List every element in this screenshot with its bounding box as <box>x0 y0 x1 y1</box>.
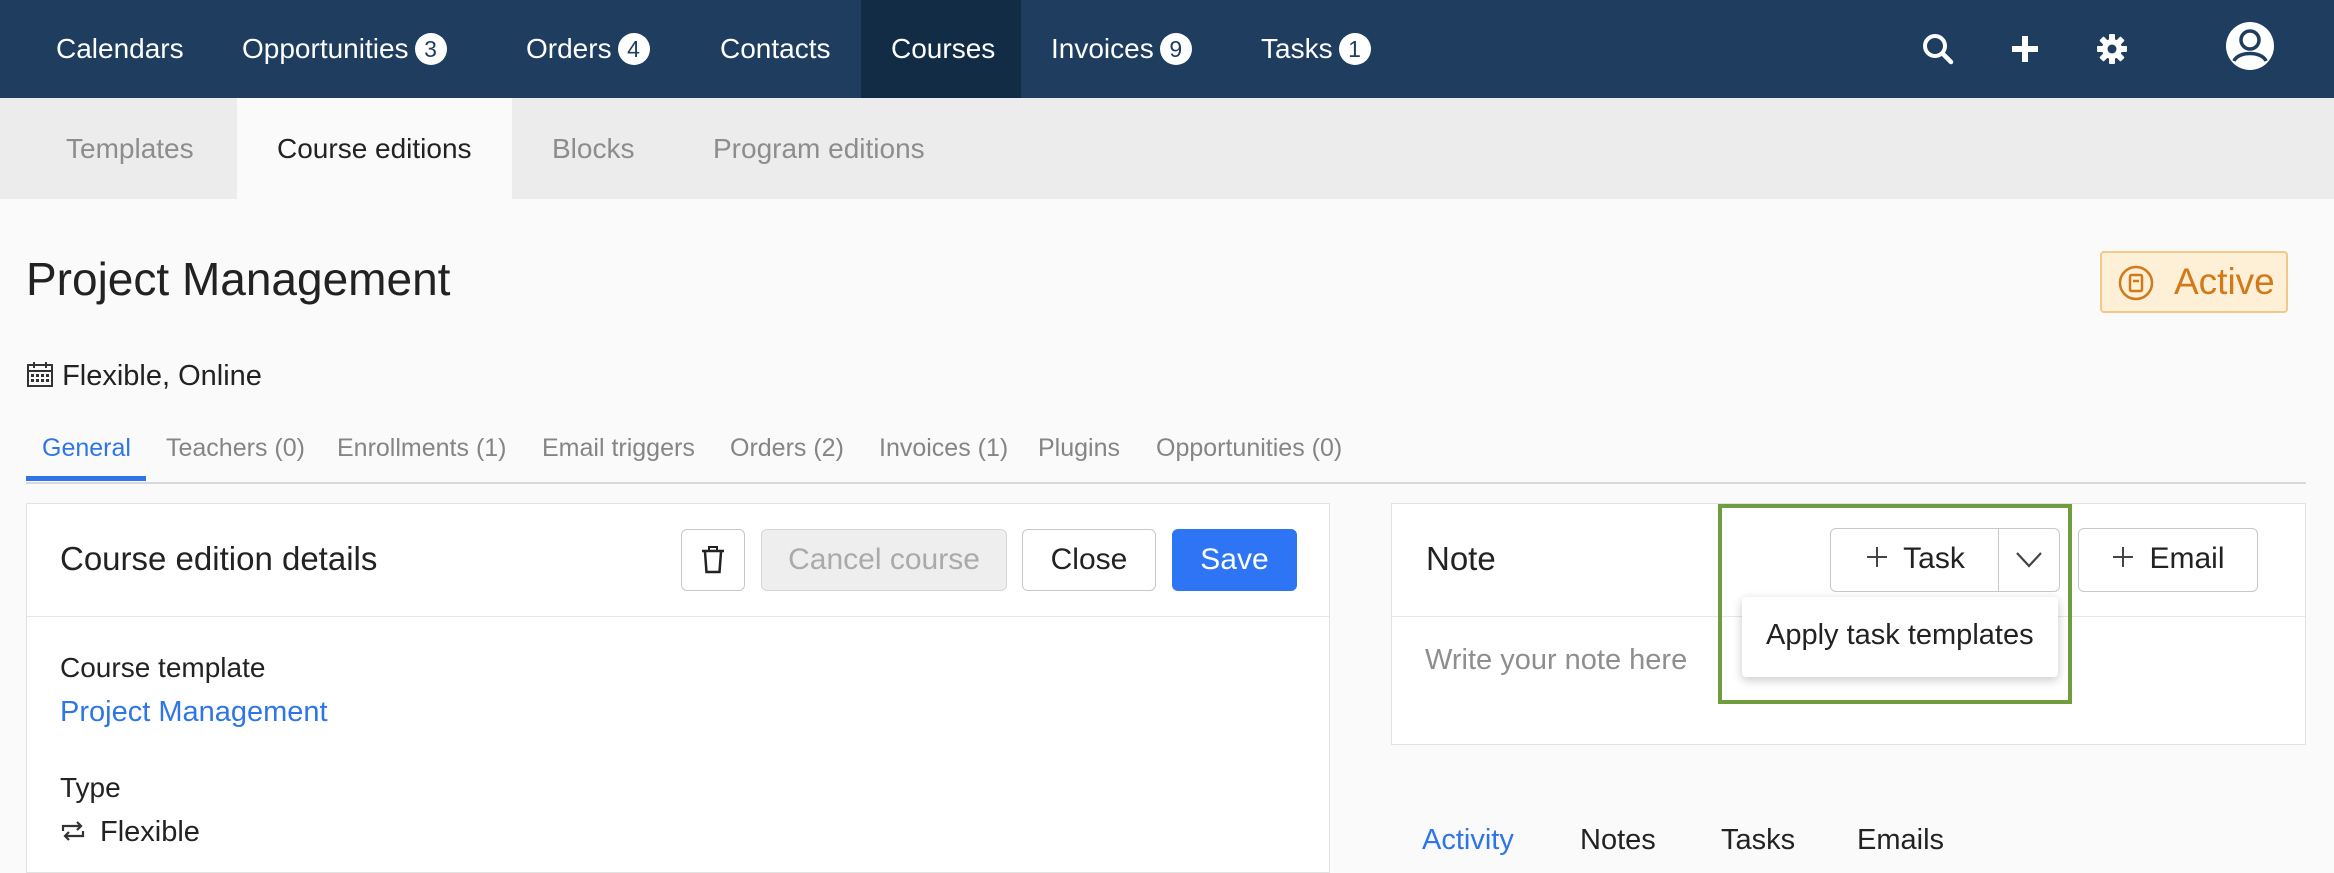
subtab-blocks[interactable]: Blocks <box>512 98 674 199</box>
gear-icon[interactable] <box>2092 29 2132 69</box>
tab-teachers[interactable]: Teachers (0) <box>166 434 305 463</box>
status-icon <box>2118 265 2154 301</box>
tab-plugins[interactable]: Plugins <box>1038 434 1120 463</box>
active-tab-indicator <box>26 476 146 481</box>
type-label: Type <box>60 772 121 803</box>
delete-button[interactable] <box>681 529 745 591</box>
search-icon[interactable] <box>1918 29 1958 69</box>
repeat-icon <box>61 821 85 842</box>
chevron-down-icon <box>2016 552 2042 568</box>
nav-opportunities[interactable]: Opportunities 3 <box>212 0 477 98</box>
nav-courses[interactable]: Courses <box>861 0 1021 98</box>
page-title: Project Management <box>26 253 451 305</box>
nav-orders[interactable]: Orders 4 <box>496 0 680 98</box>
nav-contacts[interactable]: Contacts <box>690 0 861 98</box>
tab-orders[interactable]: Orders (2) <box>730 434 844 463</box>
add-task-button[interactable]: Task <box>1830 528 2000 592</box>
course-template-link[interactable]: Project Management <box>60 696 328 729</box>
task-options-dropdown: Apply task templates <box>1742 597 2058 677</box>
status-badge[interactable]: Active <box>2100 251 2288 313</box>
content-tabs: General Teachers (0) Enrollments (1) Ema… <box>26 420 2306 484</box>
invoices-count-badge: 9 <box>1159 32 1192 65</box>
sub-tabs: Templates Course editions Blocks Program… <box>0 98 2334 199</box>
tab-emails[interactable]: Emails <box>1857 824 1944 857</box>
cancel-course-button[interactable]: Cancel course <box>761 529 1007 591</box>
schedule-text: Flexible, Online <box>62 360 262 392</box>
subtab-course-editions[interactable]: Course editions <box>237 98 512 199</box>
apply-task-templates-item[interactable]: Apply task templates <box>1766 619 2034 652</box>
tasks-count-badge: 1 <box>1338 32 1371 65</box>
tab-invoices[interactable]: Invoices (1) <box>879 434 1008 463</box>
opportunities-count-badge: 3 <box>414 32 447 65</box>
subtab-templates[interactable]: Templates <box>26 98 234 199</box>
tab-general[interactable]: General <box>42 434 131 463</box>
task-options-dropdown-button[interactable] <box>1998 528 2060 592</box>
calendar-icon <box>27 362 53 388</box>
details-panel-header: Course edition details Cancel course Clo… <box>27 504 1329 617</box>
plus-icon <box>2113 547 2134 568</box>
note-panel-title: Note <box>1426 540 1496 577</box>
status-label: Active <box>2174 261 2275 302</box>
tab-notes[interactable]: Notes <box>1580 824 1656 857</box>
nav-invoices[interactable]: Invoices 9 <box>1021 0 1222 98</box>
trash-icon <box>702 546 724 574</box>
user-avatar-icon[interactable] <box>2224 20 2276 72</box>
tab-tasks[interactable]: Tasks <box>1721 824 1795 857</box>
orders-count-badge: 4 <box>617 32 650 65</box>
course-template-label: Course template <box>60 652 266 683</box>
save-button[interactable]: Save <box>1172 529 1297 591</box>
close-button[interactable]: Close <box>1022 529 1156 591</box>
nav-calendars[interactable]: Calendars <box>26 0 214 98</box>
plus-icon <box>1867 547 1888 568</box>
add-email-button[interactable]: Email <box>2078 528 2258 592</box>
tab-enrollments[interactable]: Enrollments (1) <box>337 434 507 463</box>
type-value: Flexible <box>60 816 200 849</box>
course-edition-details-panel: Course edition details Cancel course Clo… <box>26 503 1330 873</box>
top-nav: Calendars Opportunities 3 Orders 4 Contact… <box>0 0 2334 98</box>
tab-activity[interactable]: Activity <box>1422 824 1514 857</box>
note-input[interactable]: Write your note here <box>1425 644 1687 677</box>
nav-tasks[interactable]: Tasks 1 <box>1231 0 1401 98</box>
tab-opportunities[interactable]: Opportunities (0) <box>1156 434 1342 463</box>
details-panel-title: Course edition details <box>60 540 378 577</box>
plus-icon[interactable] <box>2005 29 2045 69</box>
schedule-info: Flexible, Online <box>26 360 262 393</box>
tab-email-triggers[interactable]: Email triggers <box>542 434 695 463</box>
subtab-program-editions[interactable]: Program editions <box>673 98 965 199</box>
